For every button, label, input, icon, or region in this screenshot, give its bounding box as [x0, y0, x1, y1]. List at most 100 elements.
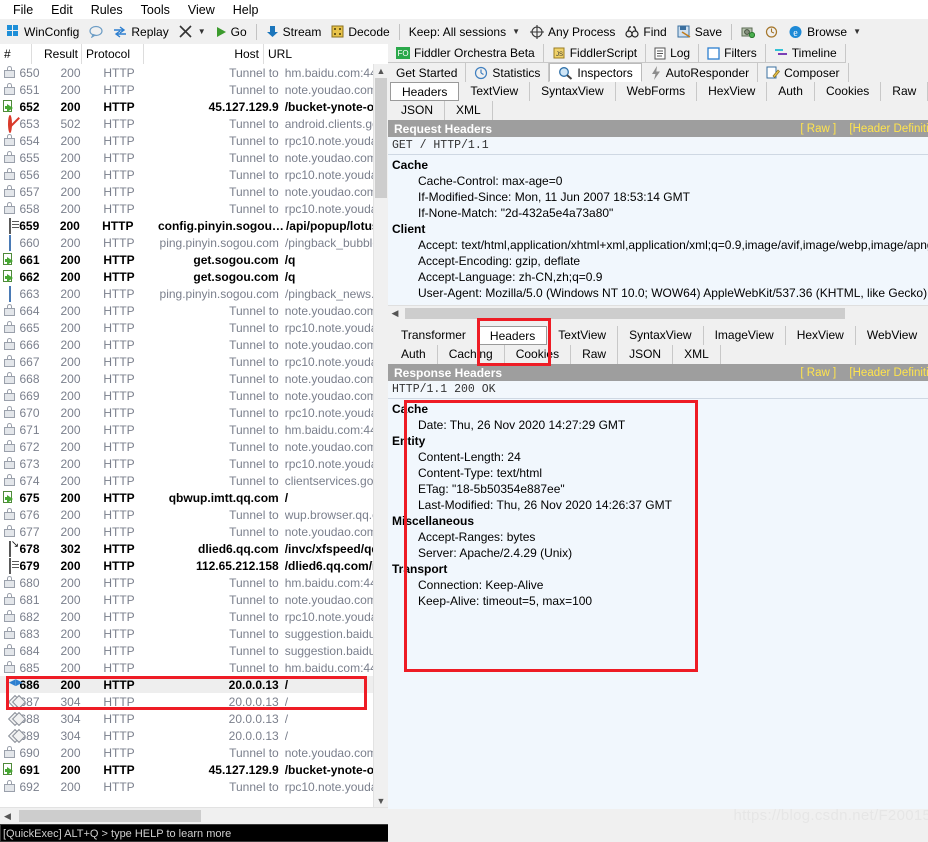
tab-fiddler-orchestra-beta[interactable]: FO Fiddler Orchestra Beta: [388, 44, 544, 63]
subtab-webview[interactable]: WebView: [856, 326, 928, 345]
subtab-headers[interactable]: Headers: [477, 326, 548, 345]
response-raw-link[interactable]: [ Raw ]: [800, 367, 836, 379]
table-row[interactable]: 674 200 HTTP Tunnel to clientservices.google…: [0, 472, 386, 489]
scroll-left-icon[interactable]: ◀: [0, 811, 15, 822]
sessions-list[interactable]: 650 200 HTTP Tunnel to hm.baidu.com:443 651 20…: [0, 64, 386, 808]
req-hscroll-thumb[interactable]: [405, 308, 845, 319]
save-button[interactable]: Save: [672, 23, 727, 41]
header-item[interactable]: Date: Thu, 26 Nov 2020 14:27:29 GMT: [388, 417, 928, 433]
menu-item-file[interactable]: File: [4, 2, 42, 18]
scroll-up-icon[interactable]: ▲: [374, 64, 388, 78]
table-row[interactable]: 675 200 HTTP qbwup.imtt.qq.com /: [0, 489, 386, 506]
subtab-raw[interactable]: Raw: [571, 345, 619, 364]
table-row[interactable]: 684 200 HTTP Tunnel to suggestion.baidu.com:: [0, 642, 386, 659]
keep-dropdown-caret-icon[interactable]: ▼: [512, 27, 520, 36]
subtab-caching[interactable]: Caching: [438, 345, 505, 364]
subtab-textview[interactable]: TextView: [459, 82, 531, 101]
browse-button[interactable]: e Browse ▼: [783, 23, 866, 41]
request-headers-hscrollbar[interactable]: ◀ ▶: [388, 305, 928, 321]
quickexec-input[interactable]: [QuickExec] ALT+Q > type HELP to learn m…: [0, 824, 400, 842]
table-row[interactable]: 689 304 HTTP 20.0.0.13/: [0, 727, 386, 744]
table-row[interactable]: 686 200 HTTP 20.0.0.13 /: [0, 676, 386, 693]
subtab-auth[interactable]: Auth: [767, 82, 815, 101]
table-row[interactable]: 652 200 HTTP 45.127.129.9/bucket-ynote-onli…: [0, 98, 386, 115]
req-hscroll-track[interactable]: [402, 306, 928, 321]
subtab-json[interactable]: JSON: [390, 101, 446, 120]
table-row[interactable]: 659 200 HTTP config.pinyin.sogou…/api/popup…: [0, 217, 386, 234]
table-row[interactable]: 653 502 HTTP Tunnel to android.clients.googl…: [0, 115, 386, 133]
table-row[interactable]: 679 200 HTTP 112.65.212.158/dlied6.qq.com/i…: [0, 557, 386, 574]
table-row[interactable]: 676 200 HTTP Tunnel to wup.browser.qq.com:: [0, 506, 386, 523]
request-headers-body[interactable]: Cache Cache-Control: max-age=0 If-Modified…: [388, 155, 928, 305]
clear-button[interactable]: ▼: [174, 23, 211, 40]
table-row[interactable]: 671 200 HTTP Tunnel to hm.baidu.com:443: [0, 421, 386, 438]
header-item[interactable]: Connection: Keep-Alive: [388, 577, 928, 593]
response-headers-body[interactable]: Cache Date: Thu, 26 Nov 2020 14:27:29 GMT…: [388, 399, 928, 809]
table-row[interactable]: 654 200 HTTP Tunnel to rpc10.note.youdao.co: [0, 132, 386, 149]
table-row[interactable]: 687 304 HTTP 20.0.0.13/: [0, 693, 386, 710]
subtab-hexview[interactable]: HexView: [697, 82, 768, 101]
keep-sessions-dropdown[interactable]: Keep: All sessions ▼: [404, 23, 525, 41]
subtab-headers[interactable]: Headers: [390, 82, 460, 101]
table-row[interactable]: 690 200 HTTP Tunnel to note.youdao.com:443: [0, 744, 386, 761]
subtab-cookies[interactable]: Cookies: [505, 345, 572, 364]
browse-dropdown-caret-icon[interactable]: ▼: [853, 27, 861, 36]
request-tabs-row2[interactable]: JSON XML: [388, 101, 928, 120]
tab-autoresponder[interactable]: AutoResponder: [641, 63, 759, 82]
tab-fiddlerscript[interactable]: JS FiddlerScript: [543, 44, 647, 63]
subtab-webforms[interactable]: WebForms: [616, 82, 698, 101]
subtab-cookies[interactable]: Cookies: [815, 82, 882, 101]
winconfig-button[interactable]: WinConfig: [2, 23, 84, 41]
subtab-textview[interactable]: TextView: [547, 326, 619, 345]
header-item[interactable]: Content-Length: 24: [388, 449, 928, 465]
table-row[interactable]: 688 304 HTTP 20.0.0.13/: [0, 710, 386, 727]
table-row[interactable]: 660 200 HTTP ping.pinyin.sogou.com/pingback…: [0, 234, 386, 251]
table-row[interactable]: 669 200 HTTP Tunnel to note.youdao.com:443: [0, 387, 386, 404]
table-row[interactable]: 668 200 HTTP Tunnel to note.youdao.com:443: [0, 370, 386, 387]
header-item[interactable]: If-Modified-Since: Mon, 11 Jun 2007 18:5…: [388, 189, 928, 205]
subtab-syntaxview[interactable]: SyntaxView: [618, 326, 704, 345]
request-tabs[interactable]: Headers TextView SyntaxView WebForms HexView…: [388, 82, 928, 101]
header-item[interactable]: Accept-Encoding: gzip, deflate: [388, 253, 928, 269]
table-row[interactable]: 665 200 HTTP Tunnel to rpc10.note.youdao.co: [0, 319, 386, 336]
table-row[interactable]: 657 200 HTTP Tunnel to note.youdao.com:443: [0, 183, 386, 200]
hscroll-track[interactable]: [15, 808, 385, 824]
menu-item-help[interactable]: Help: [224, 2, 268, 18]
go-button[interactable]: Go: [211, 23, 252, 41]
find-button[interactable]: Find: [620, 23, 671, 41]
subtab-xml[interactable]: XML: [673, 345, 721, 364]
column-header-protocol[interactable]: Protocol: [82, 44, 144, 64]
hscroll-thumb[interactable]: [19, 810, 201, 822]
tab-log[interactable]: Log: [646, 44, 700, 63]
tab-get-started[interactable]: Get Started: [388, 63, 467, 82]
header-item[interactable]: Content-Type: text/html: [388, 465, 928, 481]
header-item[interactable]: Accept-Language: zh-CN,zh;q=0.9: [388, 269, 928, 285]
tab-composer[interactable]: Composer: [758, 63, 849, 82]
column-header-num[interactable]: #: [0, 44, 32, 64]
header-item[interactable]: If-None-Match: "2d-432a5e4a73a80": [388, 205, 928, 221]
subtab-raw[interactable]: Raw: [881, 82, 928, 101]
table-row[interactable]: 678 302 HTTP dlied6.qq.com/invc/xfspeed/qqp…: [0, 540, 386, 557]
stream-button[interactable]: Stream: [261, 23, 327, 41]
tab-inspectors[interactable]: Inspectors: [549, 63, 642, 82]
response-tabs-row2[interactable]: Auth Caching Cookies Raw JSON XML: [388, 345, 928, 364]
decode-button[interactable]: Decode: [326, 23, 394, 41]
replay-button[interactable]: Replay: [108, 23, 173, 41]
table-row[interactable]: 677 200 HTTP Tunnel to note.youdao.com:443: [0, 523, 386, 540]
scroll-thumb[interactable]: [375, 78, 387, 198]
sessions-horizontal-scrollbar[interactable]: ◀ ▶: [0, 807, 400, 824]
header-item[interactable]: Server: Apache/2.4.29 (Unix): [388, 545, 928, 561]
menu-item-tools[interactable]: Tools: [132, 2, 179, 18]
menu-item-rules[interactable]: Rules: [82, 2, 132, 18]
header-item[interactable]: User-Agent: Mozilla/5.0 (Windows NT 10.0…: [388, 285, 928, 301]
sessions-vertical-scrollbar[interactable]: ▲ ▼: [373, 64, 388, 808]
menu-item-edit[interactable]: Edit: [42, 2, 82, 18]
table-row[interactable]: 664 200 HTTP Tunnel to note.youdao.com:443: [0, 302, 386, 319]
inspector-top-tabs[interactable]: FO Fiddler Orchestra Beta JS FiddlerScript L…: [388, 44, 928, 63]
header-item[interactable]: Cache-Control: max-age=0: [388, 173, 928, 189]
inspector-second-tabs[interactable]: Get Started Statistics Inspectors AutoRespo…: [388, 63, 928, 82]
table-row[interactable]: 691 200 HTTP 45.127.129.9/bucket-ynote-onli…: [0, 761, 386, 778]
tab-timeline[interactable]: Timeline: [765, 44, 846, 63]
screenshot-button[interactable]: [736, 23, 760, 40]
header-item[interactable]: Accept: text/html,application/xhtml+xml,…: [388, 237, 928, 253]
